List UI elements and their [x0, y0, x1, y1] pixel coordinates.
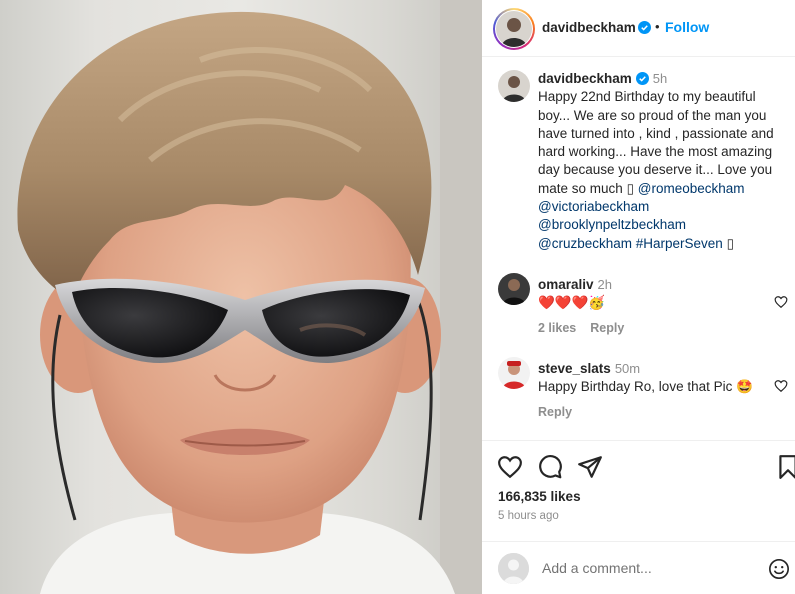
share-icon[interactable]	[577, 454, 603, 480]
caption-time: 5h	[652, 71, 668, 86]
mention-link[interactable]: @brooklynpeltzbeckham	[538, 217, 686, 232]
hashtag-link[interactable]: #HarperSeven	[636, 236, 723, 251]
comment-body: omaraliv 2h ❤️❤️❤️🥳	[538, 276, 774, 313]
heart-icon[interactable]	[497, 454, 523, 480]
comment-like-heart-icon[interactable]	[774, 379, 788, 393]
caption-glyph: ▯	[626, 180, 634, 196]
comment-likes[interactable]: 2 likes	[538, 321, 576, 335]
comment-time: 2h	[597, 277, 612, 292]
verified-badge-icon	[635, 72, 649, 85]
reply-button[interactable]: Reply	[538, 405, 572, 419]
caption-text: Happy 22nd Birthday to my beautiful boy.…	[538, 88, 774, 253]
mention-link[interactable]: @cruzbeckham	[538, 236, 632, 251]
caption-body: davidbeckham 5h Happy 22nd Birthday to my…	[538, 70, 774, 253]
caption-avatar[interactable]	[498, 70, 530, 102]
comment-icon[interactable]	[537, 454, 563, 480]
add-comment-row	[482, 541, 795, 594]
verified-badge-icon	[638, 21, 651, 34]
post-side-panel: davidbeckham • Follow davidbeckham 5h Hap…	[482, 0, 795, 594]
comment-like-heart-icon[interactable]	[774, 295, 788, 309]
commenter-avatar[interactable]	[498, 273, 530, 305]
emoji-icon[interactable]	[768, 558, 790, 580]
author-avatar[interactable]	[496, 11, 532, 47]
current-user-avatar	[498, 553, 529, 584]
caption-glyph: ▯	[726, 235, 735, 251]
comment-username[interactable]: omaraliv	[538, 277, 594, 292]
reply-button[interactable]: Reply	[590, 321, 624, 335]
author-username[interactable]: davidbeckham	[542, 20, 636, 35]
commenter-avatar[interactable]	[498, 357, 530, 389]
caption-username[interactable]: davidbeckham	[538, 71, 632, 86]
mention-link[interactable]: @romeobeckham	[638, 181, 745, 196]
comment-text: ❤️❤️❤️🥳	[538, 295, 606, 311]
photo-illustration	[17, 0, 482, 594]
comment-body: steve_slats 50m Happy Birthday Ro, love t…	[538, 360, 774, 397]
comment-username[interactable]: steve_slats	[538, 361, 611, 376]
action-section: 166,835 likes 5 hours ago	[482, 440, 795, 594]
comment-meta: 2 likes Reply	[538, 321, 638, 335]
header-separator: •	[655, 19, 660, 34]
follow-button[interactable]: Follow	[665, 19, 709, 35]
post-photo[interactable]	[0, 0, 482, 594]
add-comment-input[interactable]	[542, 558, 742, 578]
comment-text: Happy Birthday Ro, love that Pic 🤩	[538, 379, 753, 395]
comment-time: 50m	[614, 361, 641, 376]
comments-list[interactable]: davidbeckham 5h Happy 22nd Birthday to my…	[482, 57, 795, 440]
post-header: davidbeckham • Follow	[482, 0, 795, 57]
comment-meta: Reply	[538, 405, 586, 419]
post-timestamp: 5 hours ago	[498, 510, 559, 522]
mention-link[interactable]: @victoriabeckham	[538, 199, 649, 214]
bookmark-icon[interactable]	[775, 454, 795, 480]
likes-count[interactable]: 166,835 likes	[498, 489, 581, 504]
